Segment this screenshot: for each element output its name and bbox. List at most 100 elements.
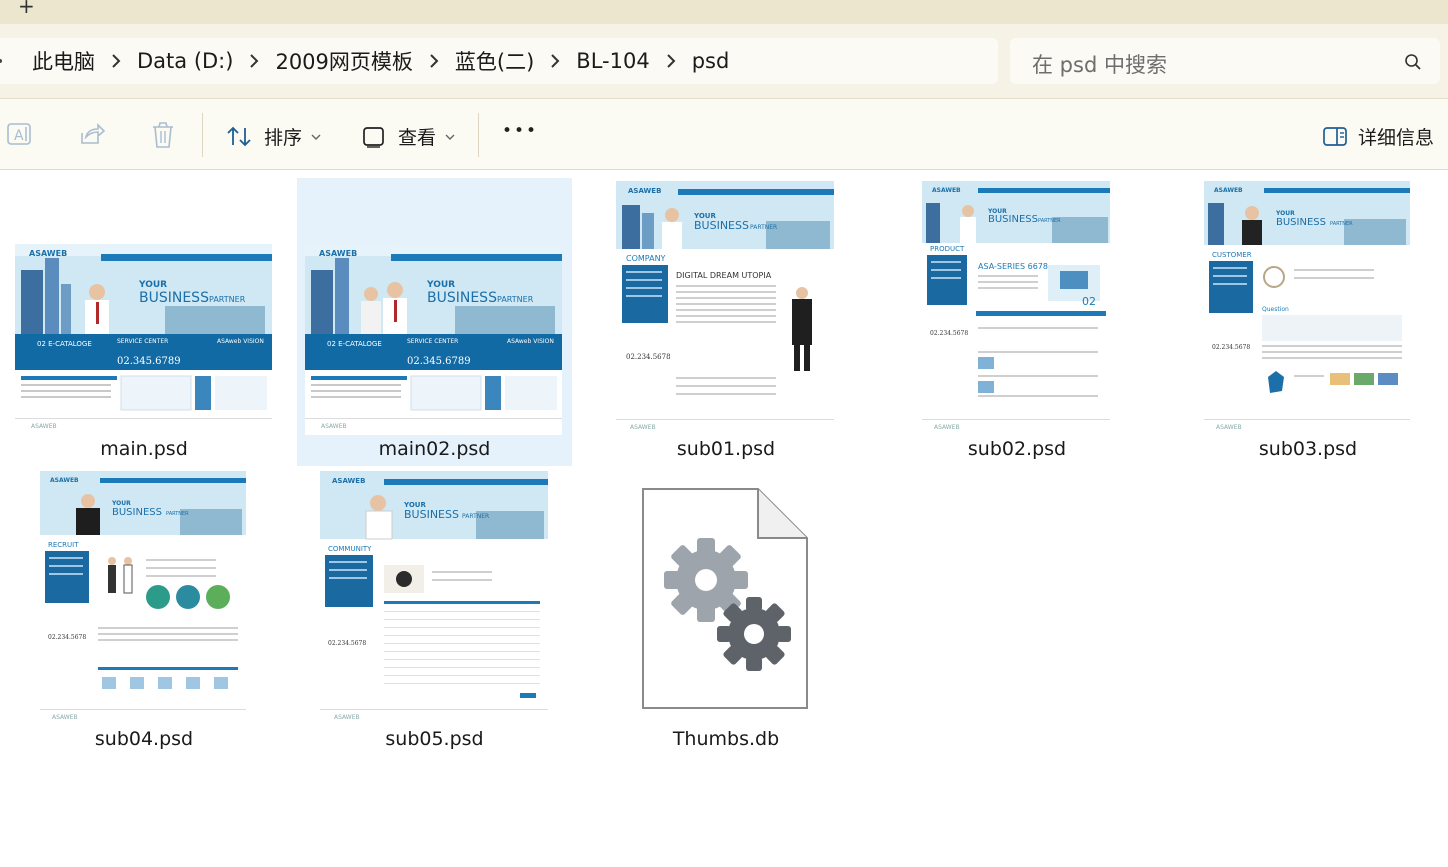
file-name: sub03.psd [1258, 438, 1358, 460]
thumb-headline-tail: PARTNER [750, 224, 777, 231]
file-tile-main02-psd[interactable]: ASAWEB YOUR BUSINESS PARTNER 02 E-CATALO… [297, 178, 572, 466]
psd-thumbnail: ASAWEB YOUR BUSINESS PARTNER 02 E-CATALO… [15, 244, 272, 435]
breadcrumb-item-templates[interactable]: 2009网页模板 [269, 46, 418, 76]
thumb-product-num: 02 [1082, 295, 1096, 308]
breadcrumb-item-this-pc[interactable]: 此电脑 [26, 46, 101, 76]
thumb-footer-brand: ASAWEB [630, 424, 656, 431]
thumb-brand: ASAWEB [50, 477, 79, 484]
thumb-phone: 02.234.5678 [328, 640, 366, 647]
file-tile-sub01-psd[interactable]: ASAWEB YOUR BUSINESS PARTNER COMPANY 02.… [590, 178, 862, 466]
breadcrumb[interactable]: 此电脑 Data (D:) 2009网页模板 蓝色(二) BL-104 psd [0, 38, 998, 84]
chevron-right-icon[interactable] [540, 38, 570, 84]
sort-icon [227, 126, 251, 146]
breadcrumb-item-data-drive[interactable]: Data (D:) [131, 49, 239, 73]
chevron-down-icon [445, 134, 455, 140]
chevron-right-icon[interactable] [101, 38, 131, 84]
rename-icon[interactable]: A [6, 121, 34, 147]
search-placeholder: 在 psd 中搜索 [1032, 53, 1167, 77]
details-label: 详细信息 [1358, 127, 1435, 149]
sort-button[interactable]: 排序 [226, 123, 322, 150]
thumb-headline-big: BUSINESS [694, 219, 749, 232]
thumb-footer-brand: ASAWEB [334, 714, 360, 721]
thumb-footer-brand: ASAWEB [52, 714, 78, 721]
thumb-phone: 02.234.5678 [930, 330, 968, 337]
breadcrumb-item-blue-2[interactable]: 蓝色(二) [449, 46, 540, 76]
more-options-button[interactable]: ••• [502, 121, 538, 141]
address-row: 此电脑 Data (D:) 2009网页模板 蓝色(二) BL-104 psd … [0, 24, 1448, 98]
details-pane-button[interactable]: 详细信息 [1322, 123, 1434, 150]
file-name: sub01.psd [676, 438, 776, 460]
thumb-headline-tail: PARTNER [166, 511, 189, 517]
thumb-company-title: DIGITAL DREAM UTOPIA [676, 271, 772, 280]
file-tile-sub05-psd[interactable]: ASAWEB YOUR BUSINESS PARTNER COMMUNITY 0… [297, 468, 572, 756]
file-tile-sub03-psd[interactable]: ASAWEB YOUR BUSINESS PARTNER CUSTOMER 02… [1172, 178, 1444, 466]
breadcrumb-overflow[interactable] [0, 50, 8, 72]
thumb-headline-big: BUSINESS [404, 508, 459, 521]
thumb-headline-big: BUSINESS [112, 507, 162, 518]
thumb-vision: ASAweb VISION [217, 338, 264, 345]
details-pane-icon [1323, 126, 1347, 146]
title-bar: + [0, 0, 1448, 24]
thumb-headline-tail: PARTNER [462, 513, 489, 520]
file-tile-main-psd[interactable]: ASAWEB YOUR BUSINESS PARTNER 02 E-CATALO… [8, 178, 280, 466]
thumb-headline-tail: PARTNER [209, 295, 246, 304]
thumb-brand: ASAWEB [319, 249, 357, 258]
thumb-service: SERVICE CENTER [407, 338, 458, 345]
file-name: main.psd [100, 438, 188, 460]
search-icon[interactable] [1404, 53, 1422, 75]
thumb-headline-small: YOUR [1275, 210, 1295, 217]
chevron-down-icon [311, 134, 321, 140]
psd-thumbnail: ASAWEB YOUR BUSINESS PARTNER CUSTOMER 02… [1204, 181, 1410, 435]
file-tile-sub02-psd[interactable]: ASAWEB YOUR BUSINESS PARTNER PRODUCT 02.… [881, 178, 1153, 466]
thumb-headline-big: BUSINESS [139, 290, 209, 306]
breadcrumb-item-psd[interactable]: psd [686, 49, 736, 73]
svg-text:A: A [14, 128, 24, 144]
file-name: main02.psd [378, 438, 491, 460]
thumb-phone: 02.345.6789 [117, 356, 181, 367]
thumb-footer-brand: ASAWEB [1216, 424, 1242, 431]
command-bar: A 排序 查看 ••• 详细信息 [0, 98, 1448, 170]
thumb-phone: 02.345.6789 [407, 356, 471, 367]
file-list: ASAWEB YOUR BUSINESS PARTNER 02 E-CATALO… [0, 170, 1448, 867]
file-name: sub02.psd [967, 438, 1067, 460]
breadcrumb-item-bl-104[interactable]: BL-104 [570, 49, 655, 73]
chevron-right-icon[interactable] [239, 38, 269, 84]
thumb-section: PRODUCT [930, 245, 965, 253]
thumb-section: CUSTOMER [1212, 251, 1252, 259]
thumb-brand: ASAWEB [332, 477, 365, 485]
thumb-headline-small: YOUR [111, 500, 131, 507]
file-tile-thumbs-db[interactable]: Thumbs.db [590, 468, 862, 756]
view-label: 查看 [398, 127, 437, 149]
thumb-brand: ASAWEB [29, 249, 67, 258]
thumb-footer-brand: ASAWEB [321, 423, 347, 430]
thumb-brand: ASAWEB [628, 187, 661, 195]
thumb-headline-small: YOUR [426, 280, 455, 290]
thumb-brand: ASAWEB [1214, 187, 1243, 194]
sort-label: 排序 [264, 127, 303, 149]
toolbar-divider [478, 113, 479, 157]
thumb-phone: 02.234.5678 [1212, 344, 1250, 351]
thumb-section: COMPANY [626, 254, 666, 263]
thumb-vision: ASAweb VISION [507, 338, 554, 345]
thumb-headline-tail: PARTNER [1038, 218, 1061, 224]
thumb-footer-brand: ASAWEB [934, 424, 960, 431]
view-icon [363, 126, 384, 148]
psd-thumbnail: ASAWEB YOUR BUSINESS PARTNER RECRUIT 02.… [40, 471, 246, 725]
psd-thumbnail: ASAWEB YOUR BUSINESS PARTNER 02 E-CATALO… [305, 244, 562, 435]
thumb-brand: ASAWEB [932, 187, 961, 194]
chevron-right-icon[interactable] [656, 38, 686, 84]
share-icon[interactable] [78, 121, 106, 147]
file-name: sub05.psd [385, 728, 484, 750]
chevron-right-icon[interactable] [419, 38, 449, 84]
psd-thumbnail: ASAWEB YOUR BUSINESS PARTNER PRODUCT 02.… [922, 181, 1110, 435]
thumb-section: RECRUIT [48, 541, 79, 549]
thumb-headline-tail: PARTNER [1330, 221, 1353, 227]
search-input[interactable]: 在 psd 中搜索 [1010, 38, 1440, 84]
delete-icon[interactable] [150, 121, 176, 149]
file-tile-sub04-psd[interactable]: ASAWEB YOUR BUSINESS PARTNER RECRUIT 02.… [8, 468, 280, 756]
thumb-customer-title: Question [1262, 306, 1289, 313]
new-tab-button[interactable]: + [18, 0, 35, 18]
gears-file-icon [640, 486, 810, 712]
thumb-headline-big: BUSINESS [427, 290, 497, 306]
view-button[interactable]: 查看 [362, 123, 456, 150]
